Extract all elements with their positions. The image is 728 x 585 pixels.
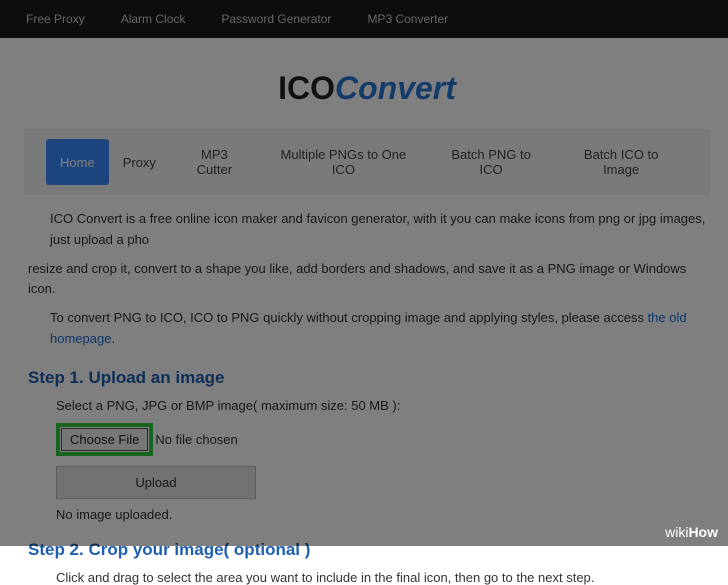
choose-file-highlight: Choose File bbox=[56, 423, 153, 456]
wikihow-watermark: wikiHow bbox=[665, 524, 718, 540]
description-line1: ICO Convert is a free online icon maker … bbox=[50, 209, 710, 251]
tab-batch-ico-to-image[interactable]: Batch ICO to Image bbox=[554, 139, 688, 185]
step1-title: Step 1. Upload an image bbox=[28, 368, 710, 388]
choose-file-button[interactable]: Choose File bbox=[61, 428, 148, 451]
watermark-how: How bbox=[688, 524, 718, 540]
tab-proxy[interactable]: Proxy bbox=[109, 139, 170, 185]
topnav-mp3-converter[interactable]: MP3 Converter bbox=[349, 12, 466, 26]
topnav-free-proxy[interactable]: Free Proxy bbox=[8, 12, 103, 26]
watermark-wiki: wiki bbox=[665, 524, 688, 540]
topnav-alarm-clock[interactable]: Alarm Clock bbox=[103, 12, 204, 26]
top-nav: Free Proxy Alarm Clock Password Generato… bbox=[0, 0, 728, 38]
logo: ICOConvert bbox=[24, 70, 710, 107]
step2-title: Step 2. Crop your image( optional ) bbox=[28, 540, 710, 560]
step2-sub: Click and drag to select the area you wa… bbox=[56, 570, 710, 585]
main-tabs: Home Proxy MP3 Cutter Multiple PNGs to O… bbox=[24, 129, 710, 195]
logo-part-convert: Convert bbox=[335, 70, 456, 106]
logo-part-ico: ICO bbox=[278, 70, 335, 106]
no-file-chosen-text: No file chosen bbox=[155, 432, 237, 447]
description-line3: To convert PNG to ICO, ICO to PNG quickl… bbox=[50, 308, 710, 350]
step1-sub: Select a PNG, JPG or BMP image( maximum … bbox=[56, 398, 710, 413]
no-image-uploaded-text: No image uploaded. bbox=[56, 507, 710, 522]
tab-multiple-pngs[interactable]: Multiple PNGs to One ICO bbox=[259, 139, 428, 185]
upload-button[interactable]: Upload bbox=[56, 466, 256, 499]
description-line3-pre: To convert PNG to ICO, ICO to PNG quickl… bbox=[50, 310, 648, 325]
page-body: ICOConvert Home Proxy MP3 Cutter Multipl… bbox=[0, 70, 728, 585]
file-input-row: Choose File No file chosen bbox=[56, 423, 710, 456]
topnav-password-generator[interactable]: Password Generator bbox=[203, 12, 349, 26]
tab-home[interactable]: Home bbox=[46, 139, 109, 185]
description-line3-post: . bbox=[111, 331, 115, 346]
tab-batch-png-to-ico[interactable]: Batch PNG to ICO bbox=[428, 139, 554, 185]
tab-mp3-cutter[interactable]: MP3 Cutter bbox=[170, 139, 259, 185]
description-line2: resize and crop it, convert to a shape y… bbox=[28, 259, 710, 301]
